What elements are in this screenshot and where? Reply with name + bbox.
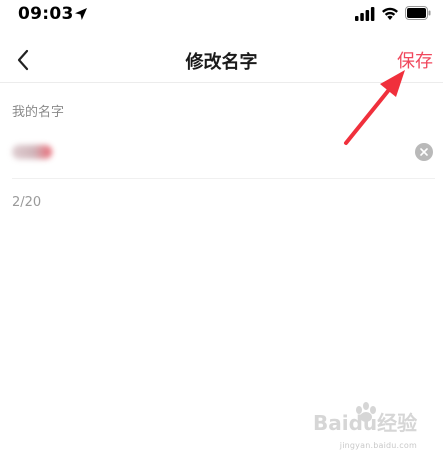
clear-button[interactable]: [415, 143, 433, 161]
status-bar: 09:03: [0, 0, 443, 32]
location-arrow-icon: [75, 8, 87, 20]
page-title: 修改名字: [185, 52, 258, 73]
cellular-signal-icon: [355, 7, 375, 21]
status-time: 09:03: [18, 4, 74, 24]
wifi-icon: [382, 7, 398, 20]
watermark-url: jingyan.baidu.com: [339, 441, 417, 450]
battery-icon: [405, 6, 431, 20]
name-input-row: [12, 132, 435, 179]
save-button[interactable]: 保存: [397, 47, 433, 73]
character-count: 2/20: [12, 195, 42, 210]
nav-bar: 修改名字 保存: [0, 38, 443, 83]
clear-circle-icon: [420, 148, 428, 156]
name-field-label: 我的名字: [12, 105, 65, 120]
name-input[interactable]: [12, 140, 392, 166]
